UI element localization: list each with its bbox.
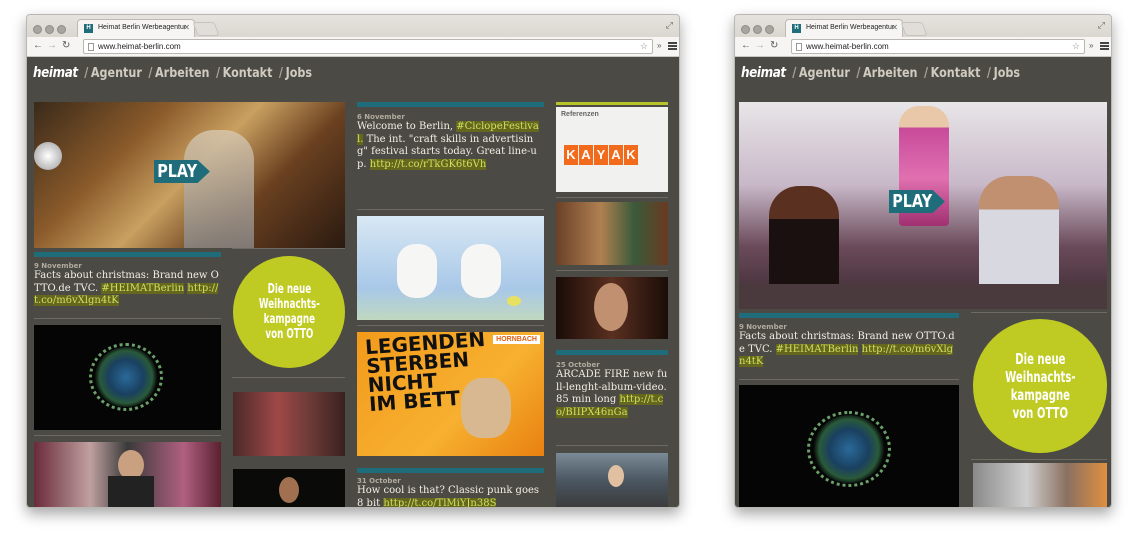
tab-bar: H Heimat Berlin Werbeagentur ✕ ⤢ xyxy=(735,15,1111,37)
browser-toolbar: ← → ↻ www.heimat-berlin.com ☆ » xyxy=(735,37,1111,57)
hashtag-link[interactable]: #HEIMATBerlin xyxy=(101,282,185,294)
browser-window-narrow: H Heimat Berlin Werbeagentur ✕ ⤢ ← → ↻ w… xyxy=(734,14,1112,508)
maximize-window-button[interactable] xyxy=(57,25,66,34)
nav-arbeiten[interactable]: Arbeiten xyxy=(863,66,917,81)
nav-jobs[interactable]: Jobs xyxy=(286,66,312,81)
tweet-oct25: 25 October ARCADE FIRE new full-lenght-a… xyxy=(556,361,668,418)
tweet-link[interactable]: http://t.co/rTkGK6t6Vh xyxy=(369,158,487,170)
close-window-button[interactable] xyxy=(741,25,750,34)
heimat-logo[interactable]: heimat xyxy=(741,65,786,81)
tweet-date: 6 November xyxy=(357,113,405,121)
back-arrow-icon[interactable]: ← xyxy=(33,40,43,51)
tab-title: Heimat Berlin Werbeagentur xyxy=(98,24,187,31)
video-thumbnail-store[interactable] xyxy=(34,442,221,507)
url-text: www.heimat-berlin.com xyxy=(806,42,889,51)
favicon-icon: H xyxy=(84,24,93,33)
address-bar[interactable]: www.heimat-berlin.com ☆ xyxy=(791,39,1085,54)
reload-icon[interactable]: ↻ xyxy=(770,40,778,51)
tweet-oct31: 31 October How cool is that? Classic pun… xyxy=(357,477,544,507)
hornbach-poster[interactable]: HORNBACH LEGENDEN STERBEN NICHT IM BETT xyxy=(357,332,544,456)
extensions-chevron-icon[interactable]: » xyxy=(657,41,661,50)
menu-icon[interactable] xyxy=(1100,42,1109,50)
tweet-date: 9 November xyxy=(739,323,787,331)
hashtag-link[interactable]: #HEIMATBerlin xyxy=(775,343,859,355)
tab-close-icon[interactable]: ✕ xyxy=(891,23,898,32)
otto-campaign-promo[interactable]: Die neue Weihnachts-kampagne von OTTO xyxy=(973,319,1107,453)
minimize-window-button[interactable] xyxy=(753,25,762,34)
video-thumbnail-characters[interactable] xyxy=(357,216,544,320)
tweet-bar xyxy=(357,468,544,473)
browser-tab[interactable]: H Heimat Berlin Werbeagentur ✕ xyxy=(77,19,195,37)
fullscreen-icon[interactable]: ⤢ xyxy=(666,20,673,31)
nav-jobs[interactable]: Jobs xyxy=(994,66,1020,81)
bookmark-star-icon[interactable]: ☆ xyxy=(1072,41,1080,52)
tweet-link[interactable]: http://t.co/TlMiYJn38S xyxy=(383,497,497,507)
new-tab-button[interactable] xyxy=(900,22,928,36)
forward-arrow-icon[interactable]: → xyxy=(755,40,765,51)
tab-bar: H Heimat Berlin Werbeagentur ✕ ⤢ xyxy=(27,15,679,37)
browser-tab[interactable]: H Heimat Berlin Werbeagentur ✕ xyxy=(785,19,903,37)
tweet-bar xyxy=(357,102,544,107)
favicon-icon: H xyxy=(792,24,801,33)
tweet-nov6: 6 November Welcome to Berlin, #CiclopeFe… xyxy=(357,113,544,171)
tweet-date: 9 November xyxy=(34,262,82,270)
video-thumbnail-burgerking[interactable] xyxy=(556,202,668,265)
heimat-logo[interactable]: heimat xyxy=(33,65,78,81)
bookmark-star-icon[interactable]: ☆ xyxy=(640,41,648,52)
nav-agentur[interactable]: Agentur xyxy=(91,66,142,81)
video-thumbnail-woman-dark[interactable] xyxy=(233,469,345,507)
nav-arbeiten[interactable]: Arbeiten xyxy=(155,66,209,81)
site-nav: heimat / Agentur / Arbeiten / Kontakt / Jobs xyxy=(33,65,313,81)
nav-agentur[interactable]: Agentur xyxy=(799,66,850,81)
video-thumbnail-otto-dinner[interactable]: PLAY xyxy=(739,102,1107,309)
browser-window-main: H Heimat Berlin Werbeagentur ✕ ⤢ ← → ↻ w… xyxy=(26,14,680,508)
extensions-chevron-icon[interactable]: » xyxy=(1089,41,1093,50)
video-thumbnail-globe[interactable] xyxy=(34,325,221,430)
url-text: www.heimat-berlin.com xyxy=(98,42,181,51)
new-tab-button[interactable] xyxy=(192,22,220,36)
video-thumbnail-football[interactable]: PLAY xyxy=(34,102,345,248)
video-thumbnail-globe[interactable] xyxy=(739,385,959,507)
page-icon xyxy=(88,43,94,51)
tweet-nov9: 9 November Facts about christmas: Brand … xyxy=(739,323,959,369)
address-bar[interactable]: www.heimat-berlin.com ☆ xyxy=(83,39,653,54)
nav-kontakt[interactable]: Kontakt xyxy=(223,66,273,81)
page-content: heimat / Agentur / Arbeiten / Kontakt / Jobs… xyxy=(735,57,1111,507)
page-icon xyxy=(796,43,802,51)
back-arrow-icon[interactable]: ← xyxy=(741,40,751,51)
referenzen-label: Referenzen xyxy=(561,111,599,118)
kayak-logo: KAYAK xyxy=(564,145,638,165)
minimize-window-button[interactable] xyxy=(45,25,54,34)
browser-toolbar: ← → ↻ www.heimat-berlin.com ☆ » xyxy=(27,37,679,57)
page-content: heimat / Agentur / Arbeiten / Kontakt / Jobs… xyxy=(27,57,679,507)
video-thumbnail-fence[interactable] xyxy=(973,463,1107,507)
tweet-nov9: 9 November Facts about christmas: Brand … xyxy=(34,262,221,308)
close-window-button[interactable] xyxy=(33,25,42,34)
tweet-date: 25 October xyxy=(556,361,600,369)
tweet-bar xyxy=(739,313,959,318)
tab-close-icon[interactable]: ✕ xyxy=(183,23,190,32)
maximize-window-button[interactable] xyxy=(765,25,774,34)
video-thumbnail-bikes[interactable] xyxy=(233,392,345,456)
menu-icon[interactable] xyxy=(668,42,677,50)
tweet-bar xyxy=(34,252,221,257)
video-thumbnail-station[interactable] xyxy=(556,453,668,507)
tab-title: Heimat Berlin Werbeagentur xyxy=(806,24,895,31)
tweet-date: 31 October xyxy=(357,477,401,485)
video-thumbnail-woman-face[interactable] xyxy=(556,277,668,339)
tweet-bar xyxy=(556,350,668,355)
nav-kontakt[interactable]: Kontakt xyxy=(931,66,981,81)
site-nav: heimat / Agentur / Arbeiten / Kontakt / Jobs xyxy=(741,65,1021,81)
fullscreen-icon[interactable]: ⤢ xyxy=(1098,20,1105,31)
reload-icon[interactable]: ↻ xyxy=(62,40,70,51)
forward-arrow-icon[interactable]: → xyxy=(47,40,57,51)
referenzen-box[interactable]: Referenzen KAYAK xyxy=(556,107,668,192)
otto-campaign-promo[interactable]: Die neue Weihnachts-kampagne von OTTO xyxy=(233,256,345,368)
